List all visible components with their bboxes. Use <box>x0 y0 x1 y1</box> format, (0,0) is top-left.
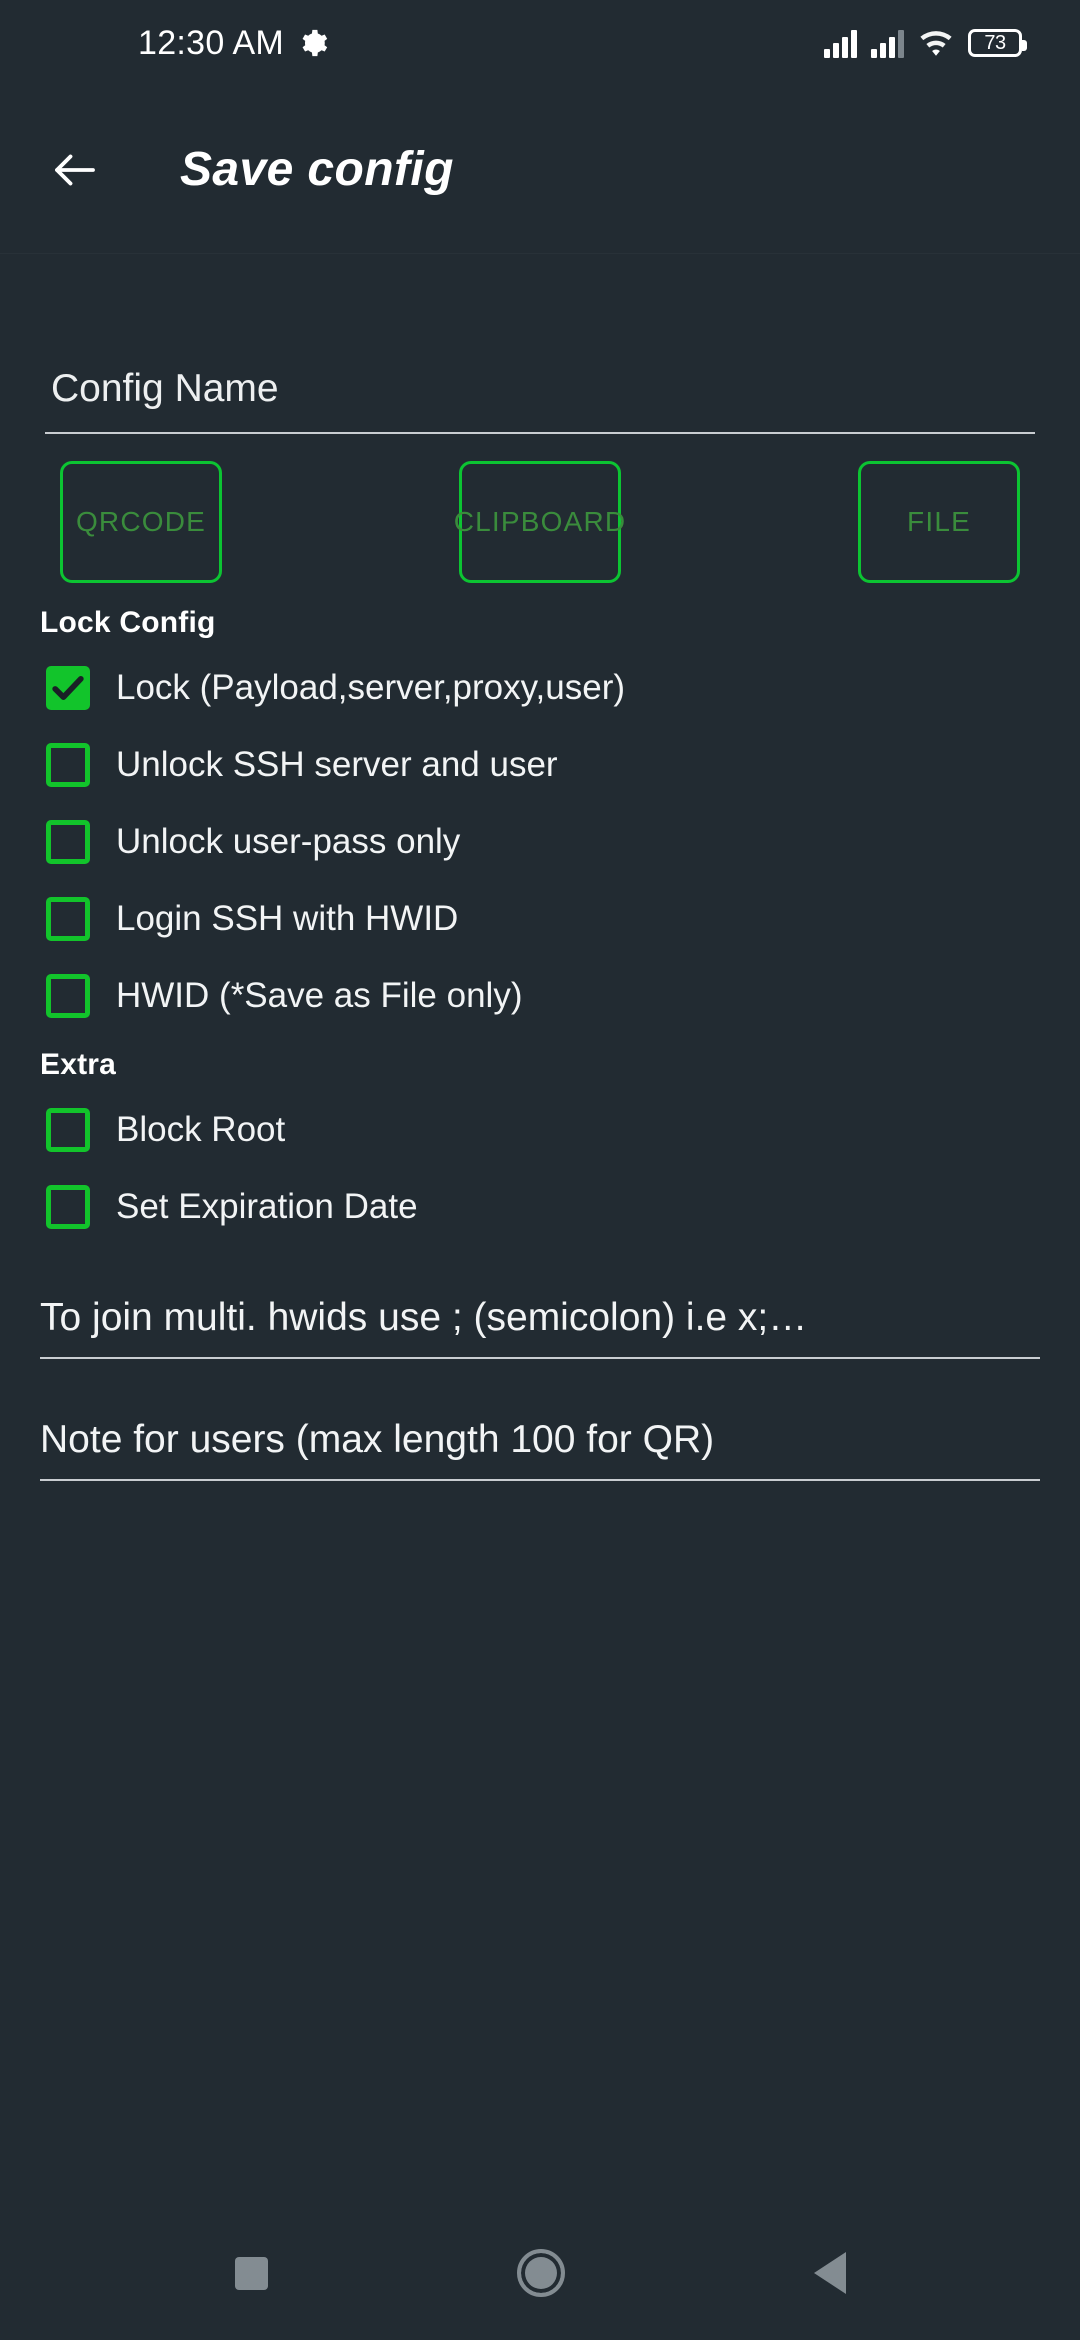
triangle-back-icon[interactable] <box>813 2252 846 2294</box>
app-bar: Save config <box>0 86 1080 254</box>
status-clock: 12:30 AM <box>138 24 285 62</box>
hwid-input-field[interactable]: To join multi. hwids use ; (semicolon) i… <box>40 1297 1040 1359</box>
config-name-field[interactable]: Config Name <box>40 367 1040 434</box>
qrcode-button[interactable]: QRCODE <box>60 460 222 583</box>
checkbox-row-unlock-userpass[interactable]: Unlock user-pass only <box>40 810 1040 874</box>
note-input-underline <box>40 1478 1040 1481</box>
status-bar-right: 73 <box>824 28 1044 58</box>
checkbox-row-login-hwid[interactable]: Login SSH with HWID <box>40 887 1040 951</box>
back-arrow-icon[interactable] <box>48 143 102 197</box>
checkbox-block-root[interactable] <box>46 1107 90 1152</box>
wifi-icon <box>918 28 954 58</box>
extra-heading: Extra <box>40 1047 117 1081</box>
checkbox-unlock-userpass[interactable] <box>46 819 90 864</box>
file-button[interactable]: FILE <box>858 460 1020 583</box>
checkbox-label-block-root: Block Root <box>116 1110 286 1150</box>
note-input-field[interactable]: Note for users (max length 100 for QR) <box>40 1419 1040 1481</box>
checkbox-row-lock-payload[interactable]: Lock (Payload,server,proxy,user) <box>40 656 1040 720</box>
checkbox-row-expiration-date[interactable]: Set Expiration Date <box>40 1175 1040 1239</box>
checkbox-label-login-hwid: Login SSH with HWID <box>116 899 459 939</box>
signal-bars-icon-secondary <box>871 28 904 58</box>
checkbox-unlock-ssh[interactable] <box>46 742 90 787</box>
content-area: Config Name QRCODE CLIPBOARD FILE Lock C… <box>0 254 1080 2206</box>
circle-home-icon[interactable] <box>516 2249 565 2297</box>
checkbox-label-lock-payload: Lock (Payload,server,proxy,user) <box>116 668 626 708</box>
signal-bars-icon <box>824 28 857 58</box>
battery-icon: 73 <box>968 29 1027 57</box>
checkbox-hwid-file[interactable] <box>46 973 90 1018</box>
phone-screen: 12:30 AM 73 Save config Config Name QRCO… <box>0 0 1080 2340</box>
checkbox-row-hwid-file[interactable]: HWID (*Save as File only) <box>40 964 1040 1028</box>
hwid-input-underline <box>40 1356 1040 1359</box>
square-recents-icon[interactable] <box>234 2256 268 2290</box>
save-target-buttons: QRCODE CLIPBOARD FILE <box>40 460 1040 583</box>
status-bar-left: 12:30 AM <box>0 26 328 60</box>
checkbox-login-hwid[interactable] <box>46 896 90 941</box>
status-bar: 12:30 AM 73 <box>0 0 1080 86</box>
checkbox-row-unlock-ssh[interactable]: Unlock SSH server and user <box>40 733 1040 797</box>
checkbox-label-unlock-userpass: Unlock user-pass only <box>116 822 461 862</box>
checkbox-label-hwid-file: HWID (*Save as File only) <box>116 976 523 1016</box>
checkbox-row-block-root[interactable]: Block Root <box>40 1098 1040 1162</box>
checkbox-lock-payload[interactable] <box>46 665 90 710</box>
gear-icon <box>298 28 328 58</box>
system-navigation-bar <box>0 2206 1080 2340</box>
page-title: Save config <box>180 143 454 196</box>
config-name-placeholder: Config Name <box>51 367 279 410</box>
battery-level: 73 <box>984 32 1006 54</box>
lock-config-heading: Lock Config <box>40 605 216 639</box>
clipboard-button[interactable]: CLIPBOARD <box>454 460 625 583</box>
checkbox-label-unlock-ssh: Unlock SSH server and user <box>116 745 558 785</box>
note-input-placeholder: Note for users (max length 100 for QR) <box>40 1418 715 1461</box>
config-name-underline <box>45 431 1035 434</box>
checkbox-label-expiration-date: Set Expiration Date <box>116 1187 418 1227</box>
checkbox-expiration-date[interactable] <box>46 1184 90 1229</box>
hwid-input-placeholder: To join multi. hwids use ; (semicolon) i… <box>40 1296 808 1339</box>
